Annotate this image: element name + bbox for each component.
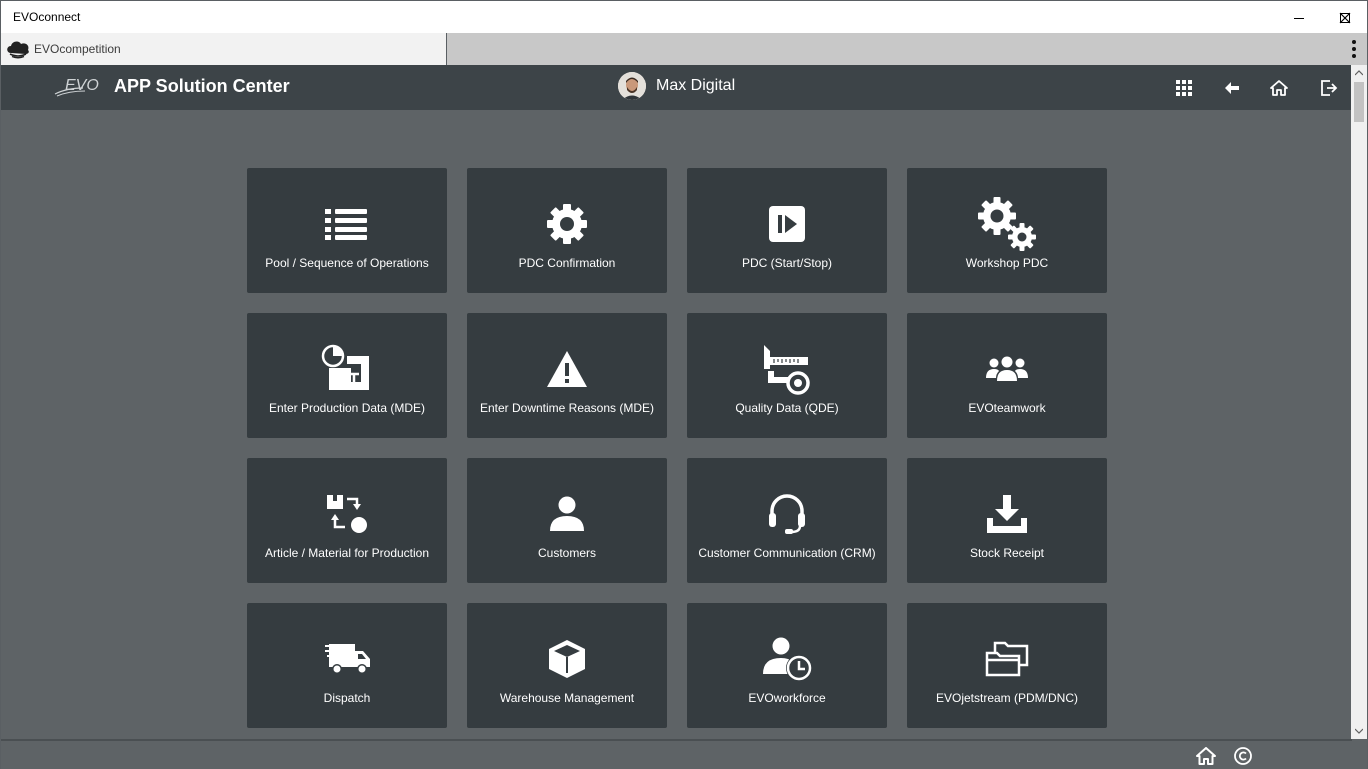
tile-label: PDC Confirmation: [518, 256, 616, 270]
tile-pdc-start-stop[interactable]: PDC (Start/Stop): [687, 168, 887, 293]
tab-label: EVOcompetition: [34, 42, 121, 56]
gear-icon: [547, 204, 587, 244]
tile-workshop-pdc[interactable]: Workshop PDC: [907, 168, 1107, 293]
tile-label: Workshop PDC: [965, 256, 1049, 270]
user-name: Max Digital: [656, 77, 736, 94]
tile-stock-receipt[interactable]: Stock Receipt: [907, 458, 1107, 583]
truck-icon: [325, 644, 370, 674]
tile-label: Enter Downtime Reasons (MDE): [479, 401, 655, 415]
tile-label: EVOjetstream (PDM/DNC): [935, 691, 1078, 705]
tile-label: EVOworkforce: [748, 691, 826, 705]
app-header: EVO APP Solution Center Max Digital: [1, 65, 1352, 110]
user-profile[interactable]: Max Digital: [618, 71, 735, 101]
close-button[interactable]: [1322, 1, 1368, 34]
tile-label: PDC (Start/Stop): [741, 256, 833, 270]
tile-warehouse-management[interactable]: Warehouse Management: [467, 603, 667, 728]
folders-icon: [985, 641, 1029, 677]
minimize-button[interactable]: [1276, 1, 1322, 34]
tile-label: Stock Receipt: [969, 546, 1045, 560]
cloud-icon: [5, 39, 31, 64]
minimize-icon: [1294, 17, 1304, 19]
tile-label: Quality Data (QDE): [735, 401, 839, 415]
tile-evoteamwork[interactable]: EVOteamwork: [907, 313, 1107, 438]
tile-label: Article / Material for Production: [264, 546, 430, 560]
evo-logo: EVO: [53, 76, 107, 103]
back-arrow-icon[interactable]: [1221, 77, 1243, 99]
tile-customers[interactable]: Customers: [467, 458, 667, 583]
app-footer: [1, 739, 1352, 769]
tile-label: Customers: [537, 546, 596, 560]
tile-label: Customer Communication (CRM): [698, 546, 876, 560]
vertical-scrollbar[interactable]: [1351, 65, 1367, 739]
caliper-icon: [764, 345, 810, 395]
user-icon: [550, 496, 584, 531]
tile-enter-production-data[interactable]: Enter Production Data (MDE): [247, 313, 447, 438]
logout-icon[interactable]: [1318, 77, 1340, 99]
tile-dispatch[interactable]: Dispatch: [247, 603, 447, 728]
scroll-thumb[interactable]: [1354, 82, 1364, 122]
tile-label: EVOteamwork: [968, 401, 1046, 415]
window-titlebar: EVOconnect: [0, 0, 1368, 33]
tile-label: Dispatch: [323, 691, 371, 705]
svg-text:EVO: EVO: [65, 77, 99, 94]
tile-pool-sequence[interactable]: Pool / Sequence of Operations: [247, 168, 447, 293]
box-icon: [549, 640, 585, 678]
tile-label: Pool / Sequence of Operations: [265, 256, 429, 270]
tile-pdc-confirmation[interactable]: PDC Confirmation: [467, 168, 667, 293]
material-flow-icon: [327, 495, 367, 533]
tile-quality-data[interactable]: Quality Data (QDE): [687, 313, 887, 438]
tab-evocompetition[interactable]: EVOcompetition: [1, 33, 447, 65]
user-clock-icon: [763, 637, 812, 681]
list-icon: [325, 209, 367, 240]
headset-icon: [769, 494, 805, 534]
app-title: APP Solution Center: [114, 76, 290, 96]
window-title: EVOconnect: [13, 10, 81, 24]
gears-icon: [978, 197, 1036, 251]
warning-icon: [547, 351, 587, 387]
tile-label: Enter Production Data (MDE): [268, 401, 426, 415]
home-icon[interactable]: [1268, 77, 1290, 99]
play-pause-icon: [769, 206, 805, 242]
tile-evoworkforce[interactable]: EVOworkforce: [687, 603, 887, 728]
tab-strip: EVOcompetition: [0, 33, 1368, 65]
team-icon: [986, 356, 1028, 381]
tile-label: Warehouse Management: [499, 691, 635, 705]
apps-grid-icon[interactable]: [1173, 77, 1195, 99]
tile-crm[interactable]: Customer Communication (CRM): [687, 458, 887, 583]
kebab-menu-icon[interactable]: [1351, 40, 1357, 58]
home-icon[interactable]: [1195, 746, 1217, 766]
machine-data-icon: [321, 344, 369, 390]
close-icon: [1339, 12, 1351, 23]
scroll-down-icon[interactable]: [1351, 723, 1367, 739]
tile-article-material[interactable]: Article / Material for Production: [247, 458, 447, 583]
avatar: [618, 72, 646, 100]
download-icon: [987, 495, 1027, 533]
scroll-up-icon[interactable]: [1351, 65, 1367, 81]
tile-evojetstream[interactable]: EVOjetstream (PDM/DNC): [907, 603, 1107, 728]
tile-enter-downtime-reasons[interactable]: Enter Downtime Reasons (MDE): [467, 313, 667, 438]
copyright-icon[interactable]: [1232, 746, 1254, 766]
app-area: EVO APP Solution Center Max Digital Pool…: [0, 65, 1368, 769]
